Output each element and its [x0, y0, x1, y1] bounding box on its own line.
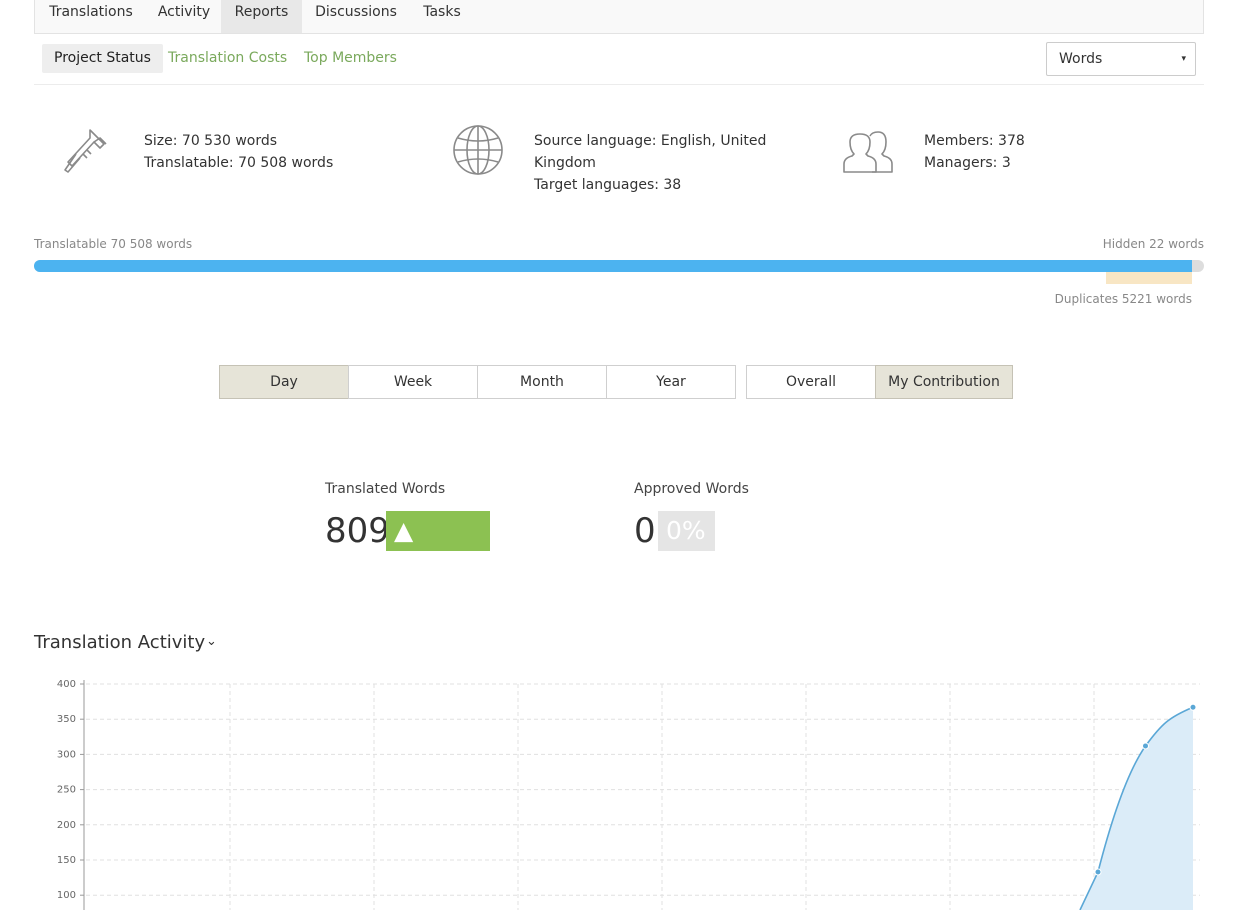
- translatable-fill: [34, 260, 1193, 272]
- series-area: [1080, 707, 1193, 910]
- scope-overall-button[interactable]: Overall: [746, 365, 876, 399]
- translated-change-badge: ▲ 100%: [386, 511, 490, 585]
- y-tick-label: 100: [57, 890, 76, 901]
- language-info: Source language: English, United Kingdom…: [534, 130, 766, 196]
- unit-select[interactable]: Words ▾: [1046, 42, 1196, 76]
- subtab-top-members[interactable]: Top Members: [304, 44, 397, 73]
- y-tick-label: 250: [57, 785, 76, 796]
- y-tick-label: 200: [57, 820, 76, 831]
- tab-tasks[interactable]: Tasks: [410, 0, 474, 33]
- approved-change-badge: 0%: [658, 511, 715, 551]
- size-info: Size: 70 530 words Translatable: 70 508 …: [144, 130, 333, 174]
- chevron-down-icon[interactable]: ⌄: [206, 634, 217, 649]
- source-language-text-cont: Kingdom: [534, 155, 596, 171]
- globe-icon: [453, 125, 503, 175]
- y-tick-label: 300: [57, 749, 76, 760]
- members-text: Members: 378: [924, 133, 1025, 149]
- tab-discussions[interactable]: Discussions: [302, 0, 410, 33]
- divider: [34, 84, 1204, 85]
- scope-my-contribution-button[interactable]: My Contribution: [875, 365, 1013, 399]
- caliper-icon: [64, 129, 107, 173]
- data-point: [1142, 742, 1149, 750]
- duplicates-fill: [1105, 272, 1193, 284]
- unit-select-value: Words: [1059, 51, 1103, 67]
- target-languages-text: Target languages: 38: [534, 177, 682, 193]
- y-tick-label: 350: [57, 714, 76, 725]
- period-week-button[interactable]: Week: [348, 365, 478, 399]
- progress-bar: [34, 260, 1204, 272]
- hidden-label: Hidden 22 words: [1102, 237, 1204, 251]
- managers-text: Managers: 3: [924, 155, 1011, 171]
- y-tick-label: 150: [57, 855, 76, 866]
- approved-words-value: 0: [634, 511, 656, 551]
- chevron-down-icon: ▾: [1181, 54, 1186, 64]
- subtab-translation-costs[interactable]: Translation Costs: [168, 44, 287, 73]
- translation-activity-chart: 100 150 200 250 300 350 400: [57, 679, 1200, 910]
- y-tick-label: 400: [57, 679, 76, 690]
- top-tab-bar: Translations Activity Reports Discussion…: [34, 0, 1204, 34]
- subtab-project-status[interactable]: Project Status: [42, 44, 163, 73]
- members-info: Members: 378 Managers: 3: [924, 130, 1025, 174]
- translated-words-value: 809: [325, 511, 390, 551]
- tab-reports[interactable]: Reports: [221, 0, 302, 33]
- source-language-text: Source language: English, United: [534, 133, 767, 149]
- section-title: Translation Activity: [34, 632, 206, 653]
- tab-translations[interactable]: Translations: [35, 0, 147, 33]
- members-icon: [843, 131, 893, 173]
- size-text: Size: 70 530 words: [144, 133, 278, 149]
- tab-activity[interactable]: Activity: [147, 0, 221, 33]
- data-point: [1094, 868, 1102, 876]
- reports-page: Translations Activity Reports Discussion…: [34, 0, 1204, 910]
- period-year-button[interactable]: Year: [606, 365, 736, 399]
- translated-words-label: Translated Words: [325, 481, 446, 497]
- duplicates-label: Duplicates 5221 words: [1054, 292, 1192, 306]
- translatable-label: Translatable 70 508 words: [34, 237, 193, 251]
- translatable-text: Translatable: 70 508 words: [144, 155, 334, 171]
- data-point: [1189, 703, 1197, 711]
- approved-words-label: Approved Words: [634, 481, 749, 497]
- period-day-button[interactable]: Day: [219, 365, 349, 399]
- period-month-button[interactable]: Month: [477, 365, 607, 399]
